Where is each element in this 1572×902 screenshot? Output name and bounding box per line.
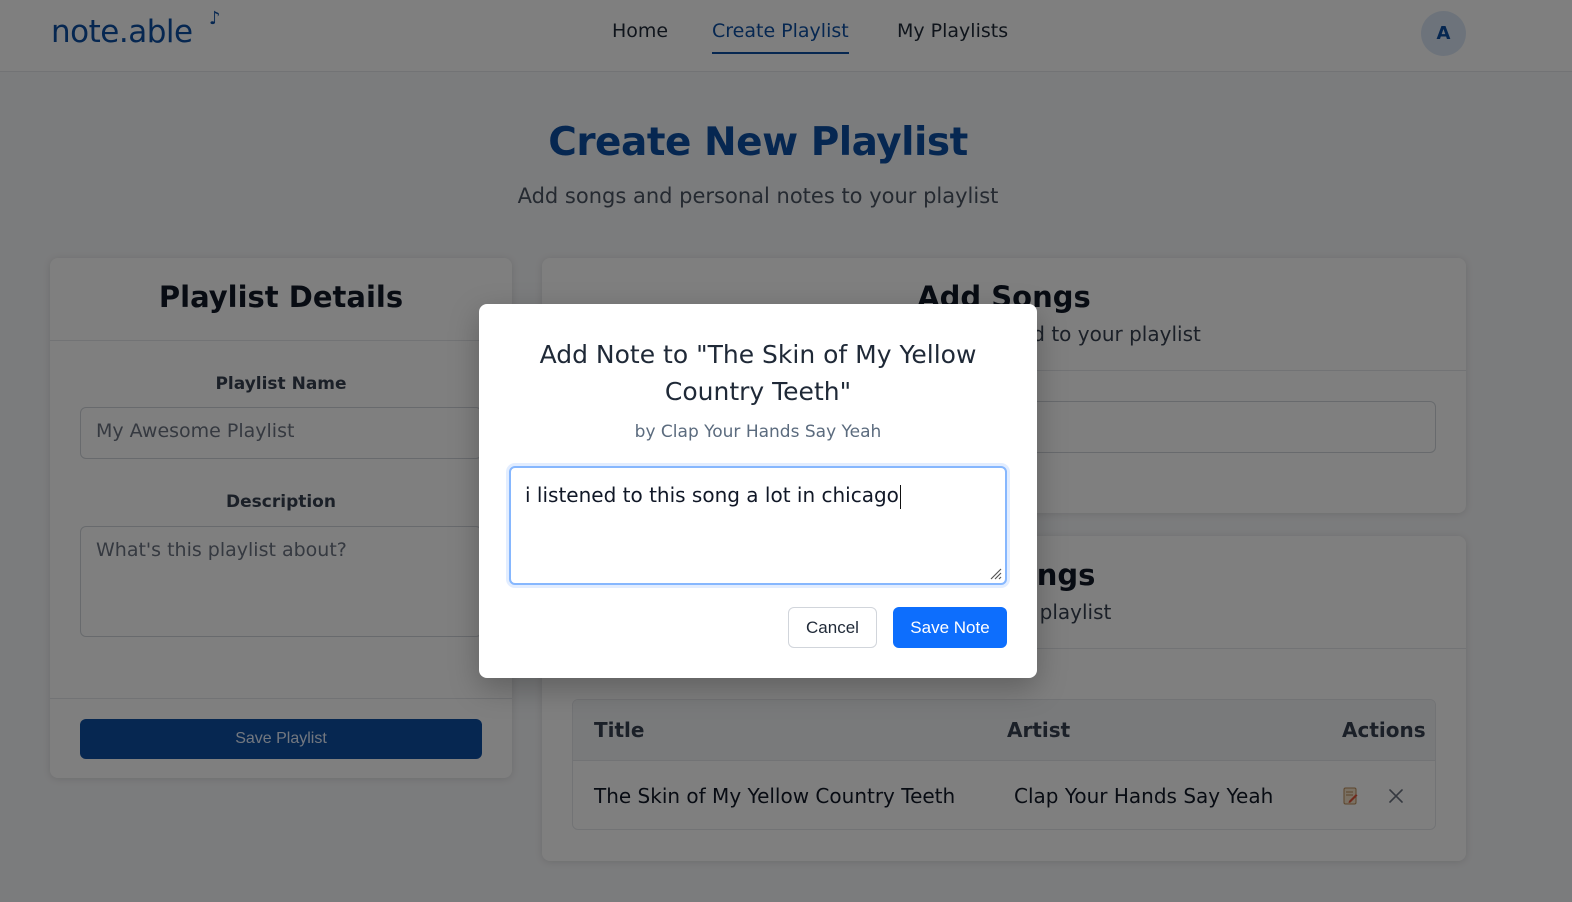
page: note.able ♪ Home Create Playlist My Play… [0,0,1572,902]
note-text: i listened to this song a lot in chicago [525,483,899,507]
cancel-button[interactable]: Cancel [788,607,877,648]
note-textarea[interactable]: i listened to this song a lot in chicago [509,466,1007,585]
add-note-modal: Add Note to "The Skin of My Yellow Count… [479,304,1037,678]
modal-title: Add Note to "The Skin of My Yellow Count… [539,340,977,406]
modal-subtitle: by Clap Your Hands Say Yeah [634,422,882,442]
save-note-button[interactable]: Save Note [893,607,1007,648]
resize-grip-icon[interactable] [986,564,1002,580]
text-caret [899,484,901,509]
